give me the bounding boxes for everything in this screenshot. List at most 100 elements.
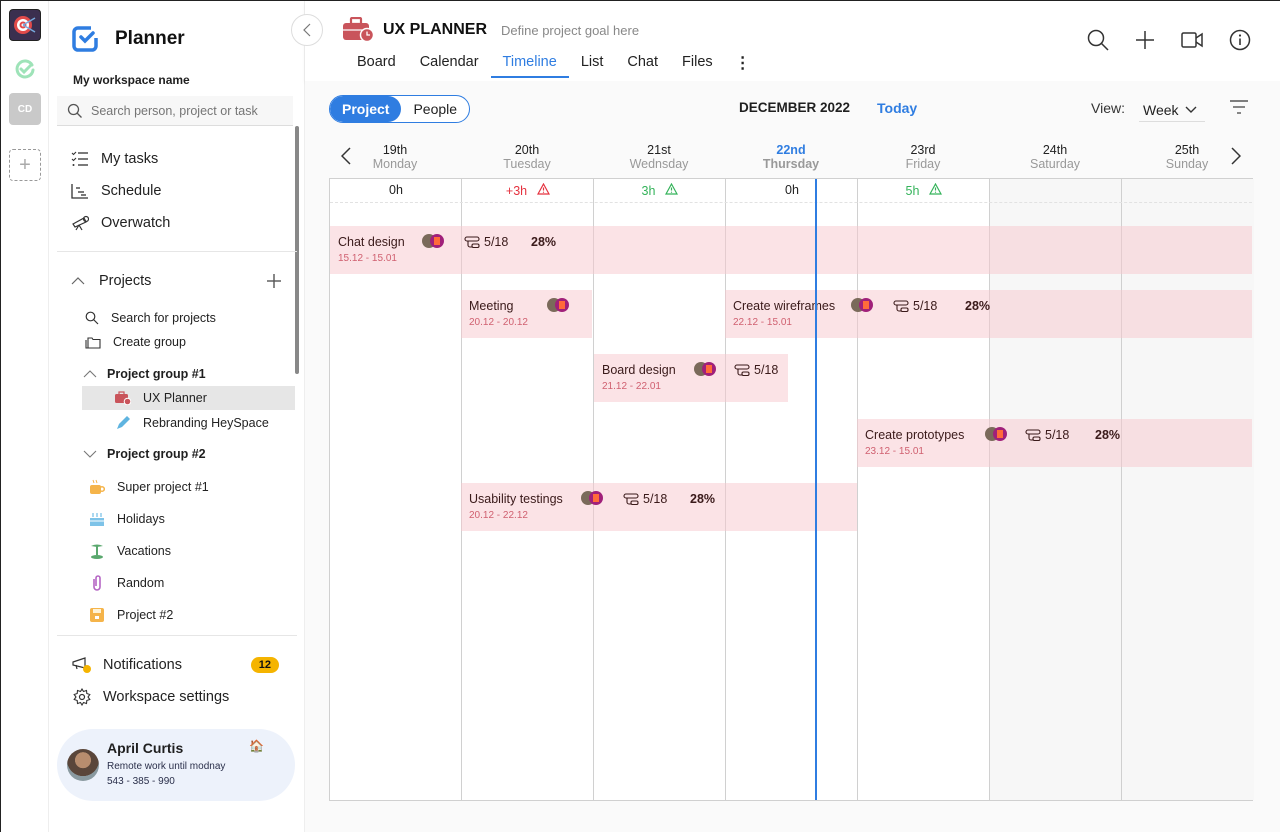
sidebar-search[interactable] — [57, 96, 293, 126]
tab-files[interactable]: Files — [670, 51, 725, 78]
search-projects[interactable]: Search for projects — [85, 311, 216, 325]
user-avatar — [67, 749, 99, 781]
workspace-settings[interactable]: Workspace settings — [73, 688, 229, 706]
task-bar[interactable]: Meeting 20.12 - 20.12 — [461, 290, 592, 338]
task-bar[interactable]: Chat design 15.12 - 15.01 5/18 28% — [330, 226, 1252, 274]
tab-timeline[interactable]: Timeline — [490, 51, 569, 78]
hours-row: 0h +3h 3h 0h 5h — [330, 179, 1252, 203]
view-select[interactable]: Week — [1139, 98, 1205, 122]
hours-value: 0h — [785, 183, 799, 197]
project-vacations[interactable]: Vacations — [89, 543, 171, 559]
project-label: Holidays — [117, 512, 165, 526]
subtask-count: 5/18 — [734, 363, 778, 377]
subtask-value: 5/18 — [643, 492, 668, 506]
day-header: 24th Saturday — [989, 143, 1121, 171]
collapse-sidebar-button[interactable] — [291, 14, 323, 46]
day-number: 23rd — [910, 143, 936, 157]
nav-schedule[interactable]: Schedule — [71, 183, 161, 199]
info-icon[interactable] — [1229, 29, 1251, 51]
project-2[interactable]: Project #2 — [89, 607, 173, 623]
project-holidays[interactable]: Holidays — [89, 511, 165, 527]
chevron-left-icon — [303, 23, 311, 37]
project-goal[interactable]: Define project goal here — [501, 23, 639, 38]
project-group-1[interactable]: Project group #1 — [83, 367, 206, 381]
video-icon[interactable] — [1181, 32, 1203, 48]
tab-chat[interactable]: Chat — [615, 51, 670, 78]
tab-list[interactable]: List — [569, 51, 616, 78]
project-random[interactable]: Random — [89, 575, 164, 591]
task-dates: 21.12 - 22.01 — [602, 381, 661, 392]
chevron-up-icon[interactable] — [71, 277, 85, 285]
assignee-avatars[interactable] — [851, 298, 873, 312]
project-rebranding-heyspace[interactable]: Rebranding HeySpace — [115, 415, 269, 431]
task-name: Create prototypes — [865, 428, 965, 442]
workspace-cd-button[interactable]: CD — [9, 93, 41, 125]
day-number: 21st — [647, 143, 671, 157]
checklist-icon — [71, 151, 88, 166]
view-tabs: Board Calendar Timeline List Chat Files … — [345, 51, 761, 78]
subtasks-icon — [734, 364, 750, 376]
workspace-name: My workspace name — [73, 73, 190, 87]
task-bar[interactable]: Usability testings 20.12 - 22.12 5/18 28% — [461, 483, 857, 531]
task-progress: 28% — [1095, 428, 1121, 442]
add-project-icon[interactable] — [267, 274, 281, 288]
create-group[interactable]: Create group — [85, 335, 186, 349]
day-header: 22nd Thursday — [725, 143, 857, 171]
chevron-down-icon — [83, 450, 97, 458]
day-name: Friday — [905, 157, 941, 171]
briefcase-icon — [115, 391, 131, 405]
nav-overwatch[interactable]: Overwatch — [71, 215, 170, 231]
search-input[interactable] — [91, 103, 281, 118]
subtasks-icon — [1025, 429, 1041, 441]
telescope-icon — [72, 215, 89, 231]
search-icon[interactable] — [1087, 29, 1109, 51]
notifications-badge: 12 — [250, 657, 279, 673]
notifications[interactable]: Notifications 12 — [71, 656, 279, 674]
nav-my-tasks[interactable]: My tasks — [71, 151, 158, 167]
target-app-icon[interactable] — [9, 9, 41, 41]
assignee-avatars[interactable] — [547, 298, 569, 312]
filter-icon[interactable] — [1229, 99, 1249, 115]
project-ux-planner[interactable]: UX Planner — [115, 391, 207, 405]
day-number: 25th — [1174, 143, 1200, 157]
day-header: 25th Sunday — [1121, 143, 1253, 171]
assignee-avatars[interactable] — [422, 234, 444, 248]
brand: Planner — [71, 25, 185, 53]
assignee-avatars[interactable] — [985, 427, 1007, 441]
day-headers: 19th Monday 20th Tuesday 21st Wednsday 22nd Thu… — [329, 143, 1253, 179]
today-button[interactable]: Today — [877, 100, 917, 116]
task-bar[interactable]: Create wireframes 22.12 - 15.01 5/18 28% — [725, 290, 1252, 338]
search-icon — [85, 311, 99, 325]
task-dates: 20.12 - 22.12 — [469, 510, 528, 521]
project-group-2[interactable]: Project group #2 — [83, 447, 206, 461]
subtask-count: 5/18 — [1025, 428, 1069, 442]
add-workspace-button[interactable]: + — [9, 149, 41, 181]
sidebar-scrollbar[interactable] — [295, 126, 299, 374]
tab-board[interactable]: Board — [345, 51, 408, 78]
day-hours: 5h — [858, 182, 990, 198]
projects-header: Projects — [71, 273, 281, 289]
plus-icon[interactable] — [1135, 30, 1155, 50]
toggle-project[interactable]: Project — [330, 96, 402, 122]
task-bar[interactable]: Create prototypes 23.12 - 15.01 5/18 28% — [857, 419, 1252, 467]
toggle-people[interactable]: People — [401, 96, 469, 122]
assignee-avatars[interactable] — [581, 491, 603, 505]
divider — [57, 635, 297, 636]
group-label: Project group #1 — [107, 367, 206, 381]
planner-app-icon[interactable] — [9, 53, 41, 85]
nav-label: Overwatch — [101, 215, 171, 231]
task-bar[interactable]: Board design 21.12 - 22.01 5/18 — [594, 354, 788, 402]
more-tabs-button[interactable]: ⋮ — [725, 51, 761, 78]
tab-calendar[interactable]: Calendar — [408, 51, 491, 78]
day-header: 21st Wednsday — [593, 143, 725, 171]
subtask-value: 5/18 — [484, 235, 509, 249]
assignee-avatars[interactable] — [694, 362, 716, 376]
project-super-project-1[interactable]: Super project #1 — [89, 479, 209, 495]
avatar — [702, 362, 716, 376]
avatar — [589, 491, 603, 505]
user-card[interactable]: April Curtis Remote work until modnay 54… — [57, 729, 295, 801]
task-name: Chat design — [338, 235, 405, 249]
task-name: Meeting — [469, 299, 514, 313]
task-dates: 23.12 - 15.01 — [865, 446, 924, 457]
subtasks-icon — [623, 493, 639, 505]
